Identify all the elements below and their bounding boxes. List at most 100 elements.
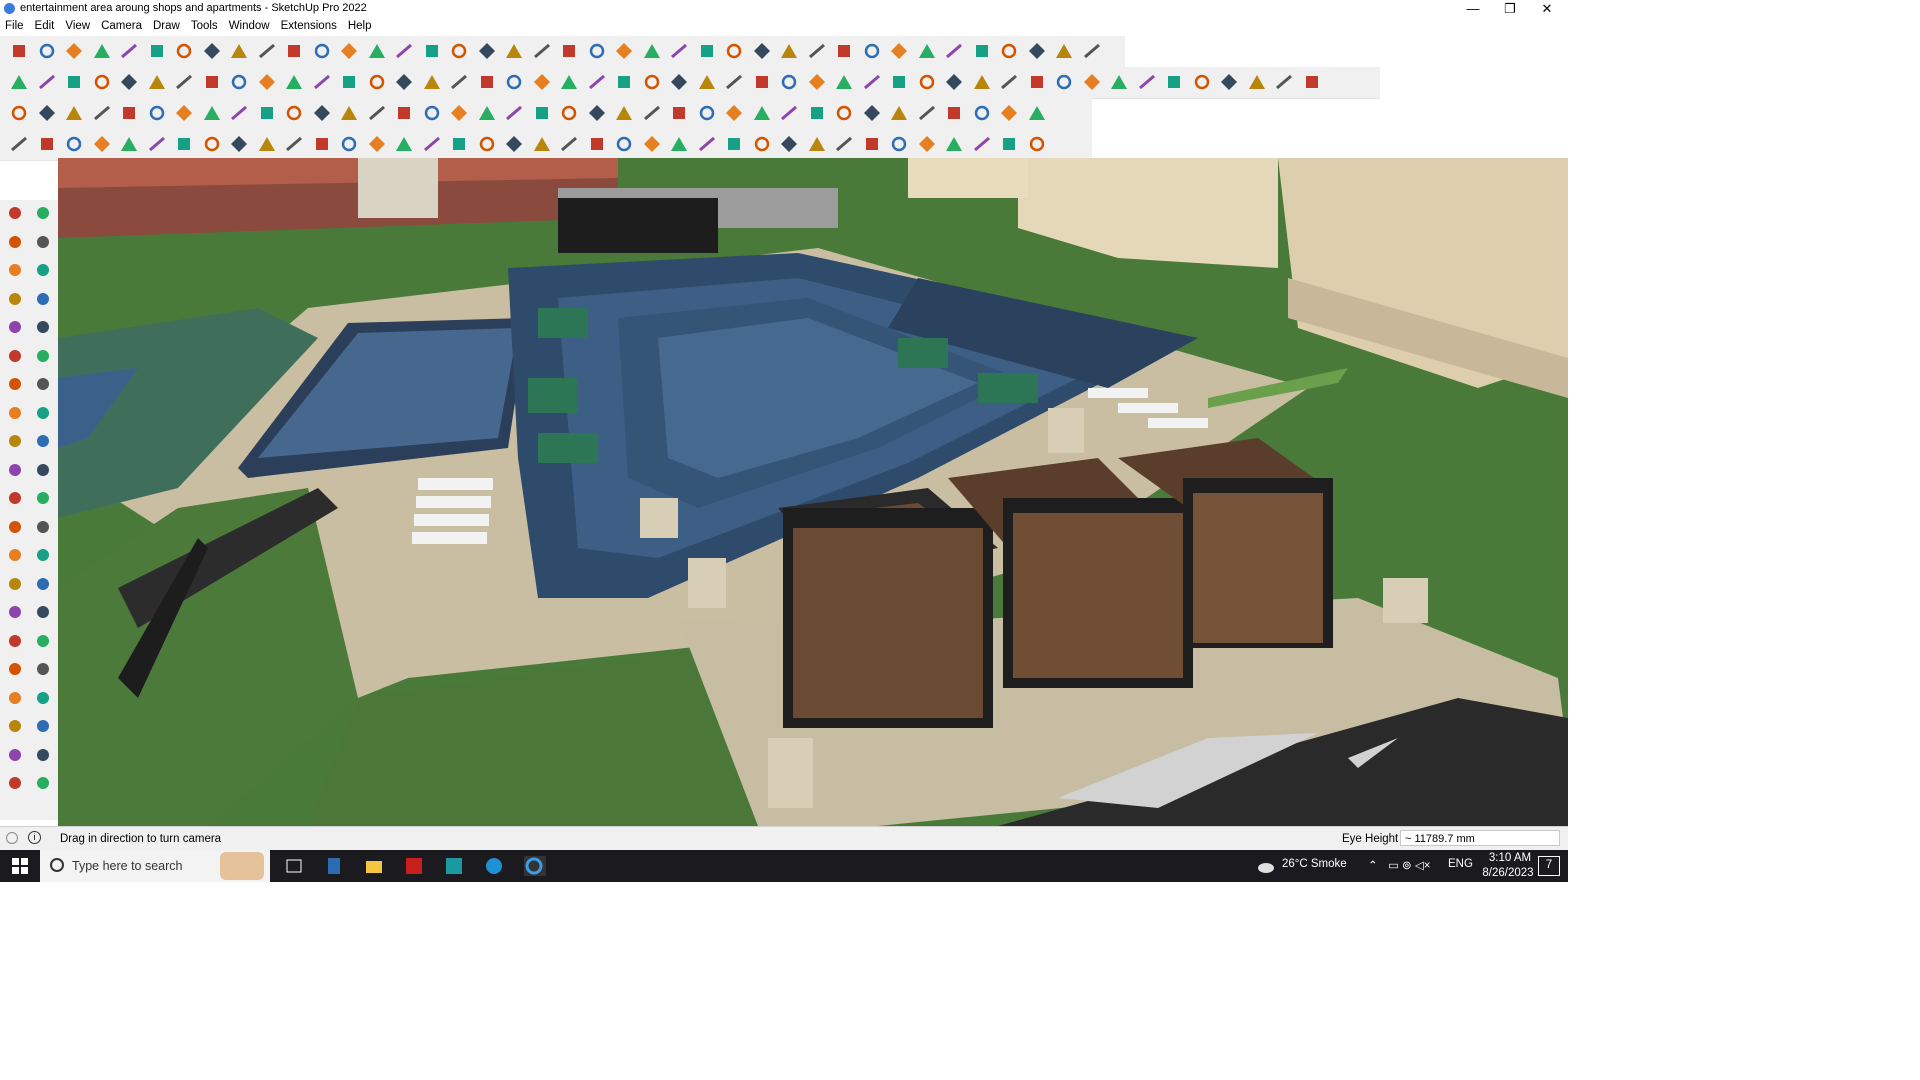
weather-text[interactable]: 26°C Smoke xyxy=(1282,858,1347,870)
row3-tool-icon[interactable] xyxy=(971,102,993,124)
row1-tool-icon[interactable] xyxy=(201,40,223,62)
row1-tool-icon[interactable] xyxy=(118,40,140,62)
row1-tool-icon[interactable] xyxy=(256,40,278,62)
row2-tool-icon[interactable] xyxy=(1163,71,1185,93)
row4-tool-icon[interactable] xyxy=(91,133,113,155)
row3-tool-icon[interactable] xyxy=(833,102,855,124)
row2-tool-icon[interactable] xyxy=(503,71,525,93)
row2-tool-icon[interactable] xyxy=(1053,71,1075,93)
left-tool-icon[interactable] xyxy=(32,430,54,452)
menu-view[interactable]: View xyxy=(60,18,96,35)
row3-tool-icon[interactable] xyxy=(366,102,388,124)
row1-tool-icon[interactable] xyxy=(833,40,855,62)
row4-tool-icon[interactable] xyxy=(1026,133,1048,155)
left-tool-icon[interactable] xyxy=(32,259,54,281)
edge-browser-icon[interactable] xyxy=(484,856,506,876)
left-tool-icon[interactable] xyxy=(4,402,26,424)
menu-extensions[interactable]: Extensions xyxy=(276,18,343,35)
row4-tool-icon[interactable] xyxy=(806,133,828,155)
row3-tool-icon[interactable] xyxy=(943,102,965,124)
left-tool-icon[interactable] xyxy=(4,516,26,538)
row1-tool-icon[interactable] xyxy=(586,40,608,62)
left-tool-icon[interactable] xyxy=(32,345,54,367)
row1-tool-icon[interactable] xyxy=(36,40,58,62)
row4-tool-icon[interactable] xyxy=(998,133,1020,155)
row4-tool-icon[interactable] xyxy=(668,133,690,155)
clock-date[interactable]: 8/26/2023 xyxy=(1482,867,1534,879)
row2-tool-icon[interactable] xyxy=(338,71,360,93)
row2-tool-icon[interactable] xyxy=(1191,71,1213,93)
row4-tool-icon[interactable] xyxy=(586,133,608,155)
language-indicator[interactable]: ENG xyxy=(1448,858,1473,870)
row1-tool-icon[interactable] xyxy=(228,40,250,62)
row4-tool-icon[interactable] xyxy=(228,133,250,155)
left-tool-icon[interactable] xyxy=(32,601,54,623)
row4-tool-icon[interactable] xyxy=(63,133,85,155)
row4-tool-icon[interactable] xyxy=(778,133,800,155)
notification-badge[interactable]: 7 xyxy=(1538,856,1560,876)
row1-tool-icon[interactable] xyxy=(311,40,333,62)
row1-tool-icon[interactable] xyxy=(778,40,800,62)
row3-tool-icon[interactable] xyxy=(8,102,30,124)
left-tool-icon[interactable] xyxy=(4,544,26,566)
row2-tool-icon[interactable] xyxy=(1136,71,1158,93)
sketchup-taskbar-icon[interactable] xyxy=(524,856,546,876)
row1-tool-icon[interactable] xyxy=(696,40,718,62)
row4-tool-icon[interactable] xyxy=(613,133,635,155)
row3-tool-icon[interactable] xyxy=(146,102,168,124)
row2-tool-icon[interactable] xyxy=(888,71,910,93)
row3-tool-icon[interactable] xyxy=(998,102,1020,124)
row1-tool-icon[interactable] xyxy=(8,40,30,62)
row2-tool-icon[interactable] xyxy=(696,71,718,93)
row3-tool-icon[interactable] xyxy=(641,102,663,124)
clock-time[interactable]: 3:10 AM xyxy=(1486,852,1534,864)
row2-tool-icon[interactable] xyxy=(476,71,498,93)
row3-tool-icon[interactable] xyxy=(421,102,443,124)
row2-tool-icon[interactable] xyxy=(586,71,608,93)
left-tool-icon[interactable] xyxy=(32,715,54,737)
row2-tool-icon[interactable] xyxy=(723,71,745,93)
row1-tool-icon[interactable] xyxy=(916,40,938,62)
row4-tool-icon[interactable] xyxy=(943,133,965,155)
row4-tool-icon[interactable] xyxy=(173,133,195,155)
row4-tool-icon[interactable] xyxy=(366,133,388,155)
task-view-icon[interactable] xyxy=(284,856,306,876)
row2-tool-icon[interactable] xyxy=(833,71,855,93)
row2-tool-icon[interactable] xyxy=(916,71,938,93)
row3-tool-icon[interactable] xyxy=(311,102,333,124)
row2-tool-icon[interactable] xyxy=(201,71,223,93)
row2-tool-icon[interactable] xyxy=(448,71,470,93)
row2-tool-icon[interactable] xyxy=(393,71,415,93)
row3-tool-icon[interactable] xyxy=(778,102,800,124)
left-tool-icon[interactable] xyxy=(4,202,26,224)
menu-edit[interactable]: Edit xyxy=(30,18,61,35)
row4-tool-icon[interactable] xyxy=(421,133,443,155)
row1-tool-icon[interactable] xyxy=(531,40,553,62)
left-tool-icon[interactable] xyxy=(4,658,26,680)
left-tool-icon[interactable] xyxy=(32,231,54,253)
row2-tool-icon[interactable] xyxy=(751,71,773,93)
row1-tool-icon[interactable] xyxy=(338,40,360,62)
row3-tool-icon[interactable] xyxy=(916,102,938,124)
row4-tool-icon[interactable] xyxy=(311,133,333,155)
left-tool-icon[interactable] xyxy=(4,630,26,652)
row1-tool-icon[interactable] xyxy=(393,40,415,62)
row1-tool-icon[interactable] xyxy=(63,40,85,62)
row2-tool-icon[interactable] xyxy=(36,71,58,93)
minimize-button[interactable]: — xyxy=(1455,0,1491,18)
left-tool-icon[interactable] xyxy=(4,459,26,481)
row3-tool-icon[interactable] xyxy=(256,102,278,124)
row1-tool-icon[interactable] xyxy=(1026,40,1048,62)
row1-tool-icon[interactable] xyxy=(888,40,910,62)
row2-tool-icon[interactable] xyxy=(1218,71,1240,93)
row1-tool-icon[interactable] xyxy=(751,40,773,62)
row3-tool-icon[interactable] xyxy=(173,102,195,124)
row4-tool-icon[interactable] xyxy=(476,133,498,155)
row4-tool-icon[interactable] xyxy=(833,133,855,155)
row4-tool-icon[interactable] xyxy=(201,133,223,155)
menu-file[interactable]: File xyxy=(0,18,30,35)
row2-tool-icon[interactable] xyxy=(91,71,113,93)
left-tool-icon[interactable] xyxy=(32,202,54,224)
row1-tool-icon[interactable] xyxy=(806,40,828,62)
row3-tool-icon[interactable] xyxy=(91,102,113,124)
